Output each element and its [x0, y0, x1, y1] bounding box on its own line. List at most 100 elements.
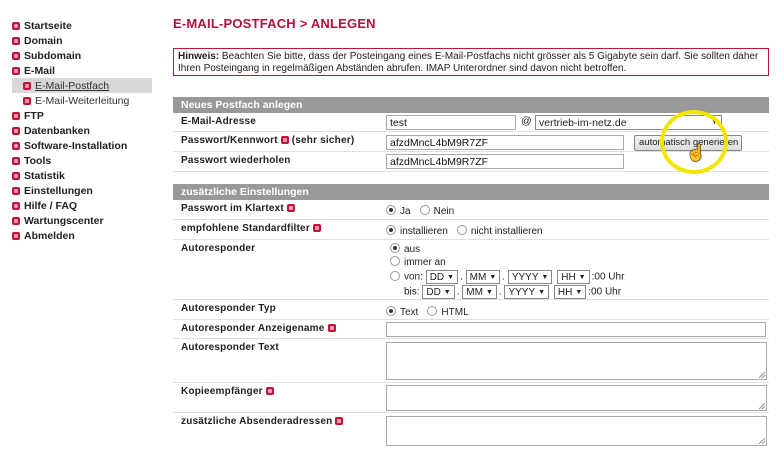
resize-grip-icon[interactable] [759, 372, 765, 378]
ar-name-input[interactable] [386, 322, 766, 337]
from-day-value: DD [429, 271, 445, 283]
domain-select-value: vertrieb-im-netz.de [539, 116, 627, 129]
from-year-value: YYYY [511, 271, 539, 283]
ar-type-text-radio[interactable] [386, 306, 396, 316]
bullet-icon [12, 21, 20, 30]
filter-install-radio[interactable] [386, 225, 396, 235]
row-cc: Kopieempfänger [173, 383, 769, 413]
help-icon[interactable] [265, 387, 274, 395]
plaintext-yes-radio[interactable] [386, 205, 396, 215]
ar-name-label: Autoresponder Anzeigename [181, 323, 336, 334]
sidebar-item-startseite[interactable]: Startseite [12, 18, 162, 33]
bullet-icon [12, 186, 20, 195]
ar-type-label: Autoresponder Typ [181, 303, 276, 314]
to-hour-select[interactable]: HH ▼ [553, 285, 587, 299]
help-icon[interactable] [327, 324, 336, 332]
ar-name-label-text: Autoresponder Anzeigename [181, 323, 325, 334]
row-sender: zusätzliche Absenderadressen [173, 413, 769, 449]
bullet-icon [12, 111, 20, 120]
sidebar-item-ftp[interactable]: FTP [12, 108, 162, 123]
hint-text: Beachten Sie bitte, dass der Posteingang… [178, 51, 759, 74]
row-ar-type: Autoresponder Typ Text HTML [173, 300, 769, 320]
bullet-icon [12, 231, 20, 240]
plaintext-no-label: Nein [433, 206, 455, 217]
password-label-suffix: (sehr sicher) [291, 135, 355, 146]
dropdown-arrow-icon: ▼ [443, 288, 451, 296]
sidebar-item-einstellungen[interactable]: Einstellungen [12, 183, 162, 198]
sidebar-item-email[interactable]: E-Mail [12, 63, 162, 78]
dropdown-arrow-icon: ▼ [538, 288, 546, 296]
row-filter: empfohlene Standardfilter installieren n… [173, 220, 769, 240]
to-year-select[interactable]: YYYY ▼ [504, 285, 550, 299]
hint-box: Hinweis: Beachten Sie bitte, dass der Po… [173, 48, 769, 76]
bullet-icon [12, 36, 20, 45]
from-year-select[interactable]: YYYY ▼ [507, 270, 553, 284]
autoresponder-options: aus immer an von: DD ▼. MM ▼. YYYY ▼ HH ▼:00… [390, 243, 624, 299]
password-input[interactable] [386, 135, 624, 150]
ar-to-label: bis: [404, 286, 420, 298]
cc-label-text: Kopieempfänger [181, 386, 263, 397]
autoresponder-label: Autoresponder [181, 243, 256, 254]
from-hour-select[interactable]: HH ▼ [557, 270, 590, 284]
hand-cursor-icon: ☝ [686, 145, 706, 162]
sidebar-item-domain[interactable]: Domain [12, 33, 162, 48]
ar-range-radio[interactable] [390, 270, 400, 281]
filter-label: empfohlene Standardfilter [181, 223, 321, 234]
to-month-select[interactable]: MM ▼ [462, 285, 497, 299]
dropdown-arrow-icon: ▼ [447, 273, 455, 281]
ar-text-textarea[interactable] [386, 342, 767, 380]
plaintext-options: Ja Nein [386, 205, 769, 217]
cc-textarea[interactable] [386, 385, 767, 411]
cc-label: Kopieempfänger [181, 386, 274, 397]
resize-grip-icon[interactable] [759, 403, 765, 409]
help-icon[interactable] [280, 136, 289, 144]
ar-text-label: Autoresponder Text [181, 342, 279, 353]
help-icon[interactable] [286, 204, 295, 212]
from-hour-value: HH [561, 271, 576, 283]
ar-type-html-radio[interactable] [427, 306, 438, 316]
section-header-additional: zusätzliche Einstellungen [173, 184, 769, 200]
sidebar-item-wartungscenter[interactable]: Wartungscenter [12, 213, 162, 228]
ar-from-label: von: [404, 271, 423, 283]
sender-label: zusätzliche Absenderadressen [181, 416, 344, 427]
help-icon[interactable] [335, 417, 344, 425]
sidebar-item-datenbanken[interactable]: Datenbanken [12, 123, 162, 138]
from-day-select[interactable]: DD ▼ [425, 270, 459, 284]
row-ar-text: Autoresponder Text [173, 339, 769, 383]
bullet-icon [12, 66, 20, 75]
row-plaintext: Passwort im Klartext Ja Nein [173, 200, 769, 220]
ar-type-html-label: HTML [441, 307, 469, 318]
section-header-new-mailbox: Neues Postfach anlegen [173, 97, 769, 113]
ar-off-radio[interactable] [390, 243, 400, 253]
plaintext-no-radio[interactable] [419, 205, 430, 215]
sidebar-item-email-postfach[interactable]: E-Mail-Postfach [12, 78, 152, 93]
bullet-icon [12, 126, 20, 135]
bullet-icon [23, 81, 31, 90]
filter-noinstall-radio[interactable] [456, 225, 467, 235]
sidebar-item-subdomain[interactable]: Subdomain [12, 48, 162, 63]
sidebar-item-abmelden[interactable]: Abmelden [12, 228, 162, 243]
hint-prefix: Hinweis: [178, 51, 220, 62]
sidebar-item-hilfe[interactable]: Hilfe / FAQ [12, 198, 162, 213]
ar-always-radio[interactable] [390, 256, 400, 266]
ar-off-label: aus [404, 244, 421, 255]
plaintext-yes-label: Ja [400, 206, 411, 217]
from-month-select[interactable]: MM ▼ [465, 270, 501, 284]
filter-label-text: empfohlene Standardfilter [181, 223, 310, 234]
to-day-select[interactable]: DD ▼ [422, 285, 455, 299]
email-local-input[interactable] [386, 115, 516, 130]
resize-grip-icon[interactable] [759, 438, 765, 444]
ar-type-text-label: Text [400, 307, 419, 318]
password-repeat-label: Passwort wiederholen [181, 155, 291, 166]
bullet-icon [23, 96, 31, 105]
sidebar-item-email-weiterleitung[interactable]: E-Mail-Weiterleitung [12, 93, 162, 108]
dropdown-arrow-icon: ▼ [485, 288, 493, 296]
sender-textarea[interactable] [386, 416, 767, 446]
dropdown-arrow-icon: ▼ [578, 273, 586, 281]
sidebar-item-software-installation[interactable]: Software-Installation [12, 138, 162, 153]
help-icon[interactable] [312, 224, 321, 232]
sidebar-item-statistik[interactable]: Statistik [12, 168, 162, 183]
password-repeat-input[interactable] [386, 154, 624, 169]
bullet-icon [12, 216, 20, 225]
sidebar-item-tools[interactable]: Tools [12, 153, 162, 168]
